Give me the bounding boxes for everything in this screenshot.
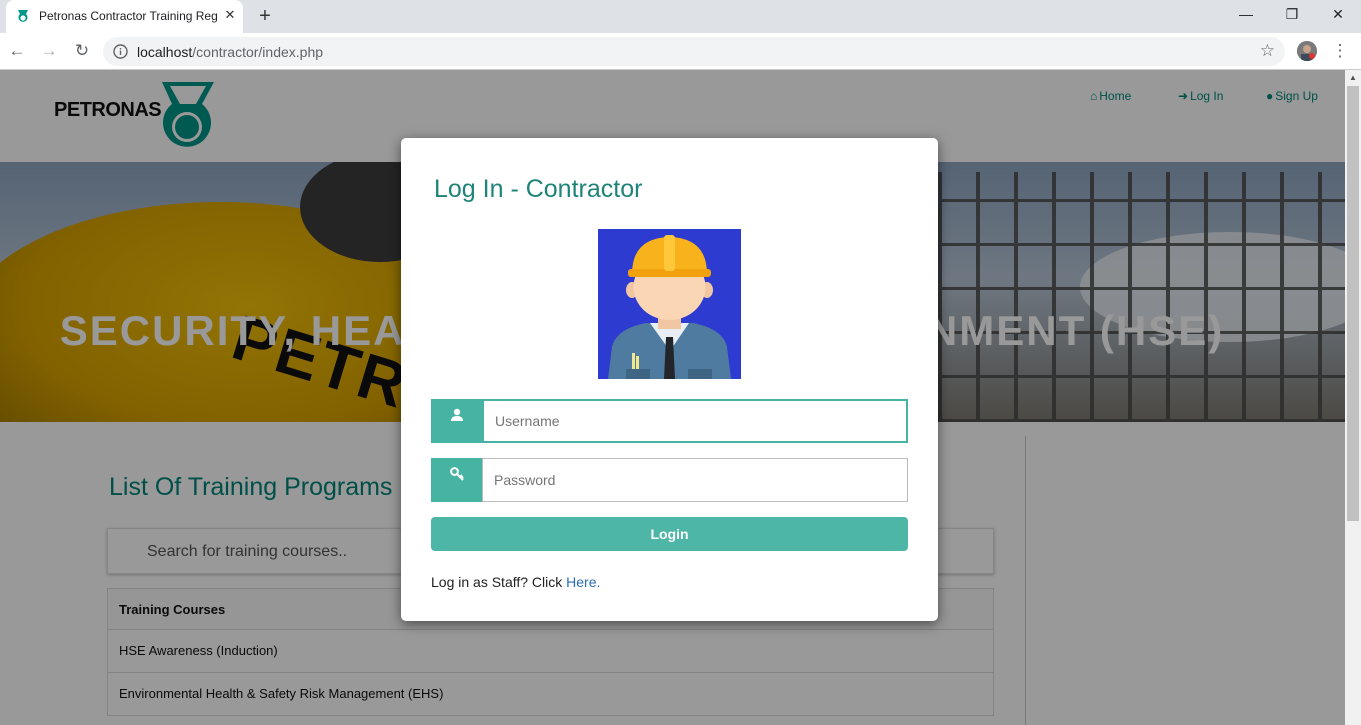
user-icon [450, 408, 463, 421]
reload-icon[interactable]: ↻ [70, 39, 94, 63]
staff-prompt-text: Log in as Staff? Click [431, 574, 567, 590]
window-minimize-button[interactable]: — [1223, 0, 1269, 30]
user-addon [431, 399, 482, 443]
modal-title: Log In - Contractor [434, 175, 643, 203]
scrollbar-thumb[interactable] [1347, 86, 1359, 521]
scroll-up-arrow-icon[interactable]: ▲ [1345, 70, 1361, 85]
password-group [431, 458, 908, 502]
page-scrollbar[interactable]: ▲ [1345, 70, 1361, 725]
profile-photo-icon [1297, 41, 1317, 61]
tab-close-icon[interactable]: ✕ [222, 7, 238, 23]
contractor-avatar-image [598, 229, 741, 379]
browser-toolbar: ← → ↻ localhost/contractor/index.php ☆ ⋮ [0, 33, 1361, 70]
staff-login-link[interactable]: Here. [566, 574, 600, 590]
tab-title: Petronas Contractor Training Registratio… [39, 9, 217, 23]
window-restore-button[interactable]: ❐ [1269, 0, 1315, 30]
password-field[interactable] [482, 458, 908, 502]
url-path: /contractor/index.php [192, 44, 324, 60]
browser-menu-icon[interactable]: ⋮ [1330, 39, 1350, 63]
url-host: localhost [137, 44, 193, 60]
bookmark-star-icon[interactable]: ☆ [1260, 42, 1275, 60]
construction-worker-icon [598, 229, 741, 379]
browser-tab[interactable]: Petronas Contractor Training Registratio… [6, 0, 243, 33]
new-tab-button[interactable]: + [254, 4, 276, 28]
key-icon [449, 467, 464, 481]
username-group [431, 399, 908, 443]
address-bar[interactable]: localhost/contractor/index.php ☆ [103, 37, 1285, 66]
back-arrow-icon[interactable]: ← [5, 39, 29, 63]
site-info-icon[interactable] [113, 44, 128, 59]
petronas-favicon-icon [18, 10, 28, 22]
login-button[interactable]: Login [431, 517, 908, 551]
staff-login-prompt: Log in as Staff? Click Here. [431, 574, 600, 590]
forward-arrow-icon[interactable]: → [37, 39, 61, 63]
url-text: localhost/contractor/index.php [137, 44, 323, 60]
username-field[interactable] [482, 399, 908, 443]
key-addon [431, 458, 482, 502]
window-close-button[interactable]: ✕ [1315, 0, 1361, 30]
browser-tabstrip: Petronas Contractor Training Registratio… [0, 0, 1361, 33]
login-modal: Log In - Contractor Username Login Log i… [401, 138, 938, 621]
profile-avatar[interactable] [1297, 41, 1317, 61]
